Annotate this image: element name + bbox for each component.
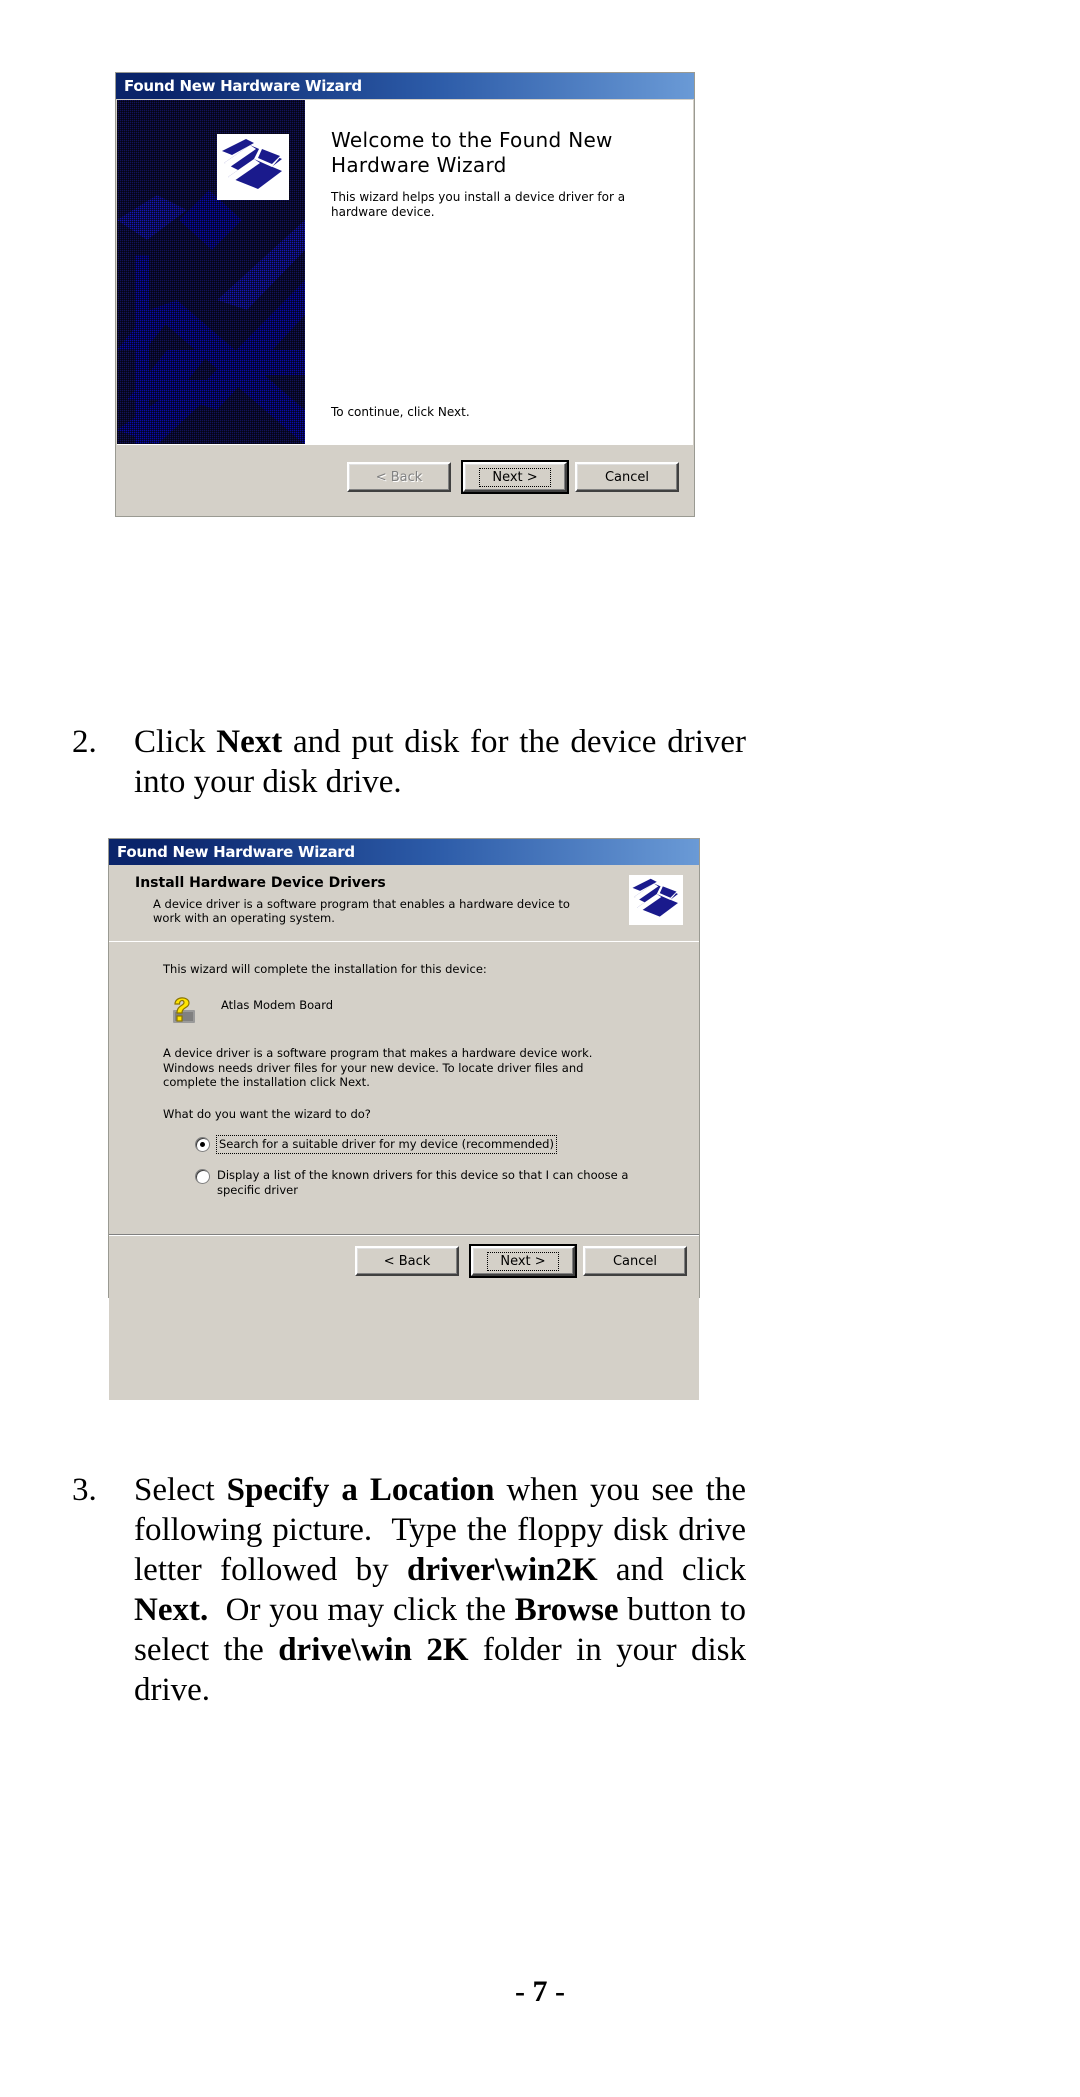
list-item-number: 3. [72,1472,97,1508]
radio-search-suitable-driver-label: Search for a suitable driver for my devi… [216,1135,557,1154]
page-title: Install Hardware Device Drivers [135,875,386,891]
titlebar-title: Found New Hardware Wizard [124,77,362,95]
next-button-label: Next > [479,467,551,487]
cancel-button[interactable]: Cancel [575,462,679,492]
titlebar: Found New Hardware Wizard [109,839,699,865]
list-item-number: 2. [72,724,97,760]
wizard-question-label: What do you want the wizard to do? [163,1107,371,1121]
wizard-welcome-right-pane: Welcome to the Found New Hardware Wizard… [305,100,693,444]
wizard-welcome-body: Welcome to the Found New Hardware Wizard… [117,100,693,445]
back-button-label: < Back [375,469,423,485]
titlebar-title: Found New Hardware Wizard [117,843,355,861]
back-button[interactable]: < Back [355,1246,459,1276]
titlebar: Found New Hardware Wizard [116,73,694,99]
back-button-label: < Back [383,1253,431,1269]
install-intro-text: This wizard will complete the installati… [163,962,487,976]
wizard-button-row: < Back Next > Cancel [339,460,679,494]
list-item: 2. Click Next and put disk for the devic… [72,722,752,802]
wizard-page-header: Install Hardware Device Drivers A device… [109,865,699,942]
welcome-heading: Welcome to the Found New Hardware Wizard [331,128,613,177]
hardware-wizard-icon [217,134,289,200]
hardware-wizard-glyph-icon [631,877,681,923]
device-name: Atlas Modem Board [221,998,334,1012]
found-new-hardware-wizard-welcome-dialog: Found New Hardware Wizard Welcome to the… [115,72,695,517]
cancel-button-label: Cancel [612,1253,658,1269]
page-number: - 7 - [515,1975,565,2008]
cancel-button[interactable]: Cancel [583,1246,687,1276]
radio-indicator-icon[interactable] [195,1137,210,1152]
list-item: 3. Select Specify a Location when you se… [72,1470,752,1710]
question-mark-device-glyph-icon [173,997,195,1023]
footer-divider [109,1234,699,1236]
next-button[interactable]: Next > [461,460,569,494]
radio-display-known-drivers[interactable]: Display a list of the known drivers for … [195,1168,635,1197]
hardware-wizard-glyph-icon [220,137,286,197]
wizard-button-row: < Back Next > Cancel [347,1244,687,1278]
hardware-wizard-icon [629,875,683,925]
list-item-text: Click Next and put disk for the device d… [134,724,746,800]
page-subtitle: A device driver is a software program th… [153,897,570,925]
radio-display-known-drivers-label: Display a list of the known drivers for … [217,1168,629,1197]
radio-search-suitable-driver[interactable]: Search for a suitable driver for my devi… [195,1135,645,1154]
next-button[interactable]: Next > [469,1244,577,1278]
unknown-device-question-icon [165,990,201,1031]
next-button-label: Next > [487,1251,559,1271]
welcome-body-text: This wizard helps you install a device d… [331,190,626,219]
install-hardware-device-drivers-dialog: Found New Hardware Wizard Install Hardwa… [108,838,700,1400]
list-item-text: Select Specify a Location when you see t… [134,1472,747,1708]
install-description-paragraph: A device driver is a software program th… [163,1046,593,1089]
radio-indicator-icon[interactable] [195,1169,210,1184]
welcome-continue-text: To continue, click Next. [331,405,470,419]
wizard-page-body: This wizard will complete the installati… [109,942,699,1400]
back-button[interactable]: < Back [347,462,451,492]
cancel-button-label: Cancel [604,469,650,485]
wizard-footer: < Back Next > Cancel [117,444,693,515]
